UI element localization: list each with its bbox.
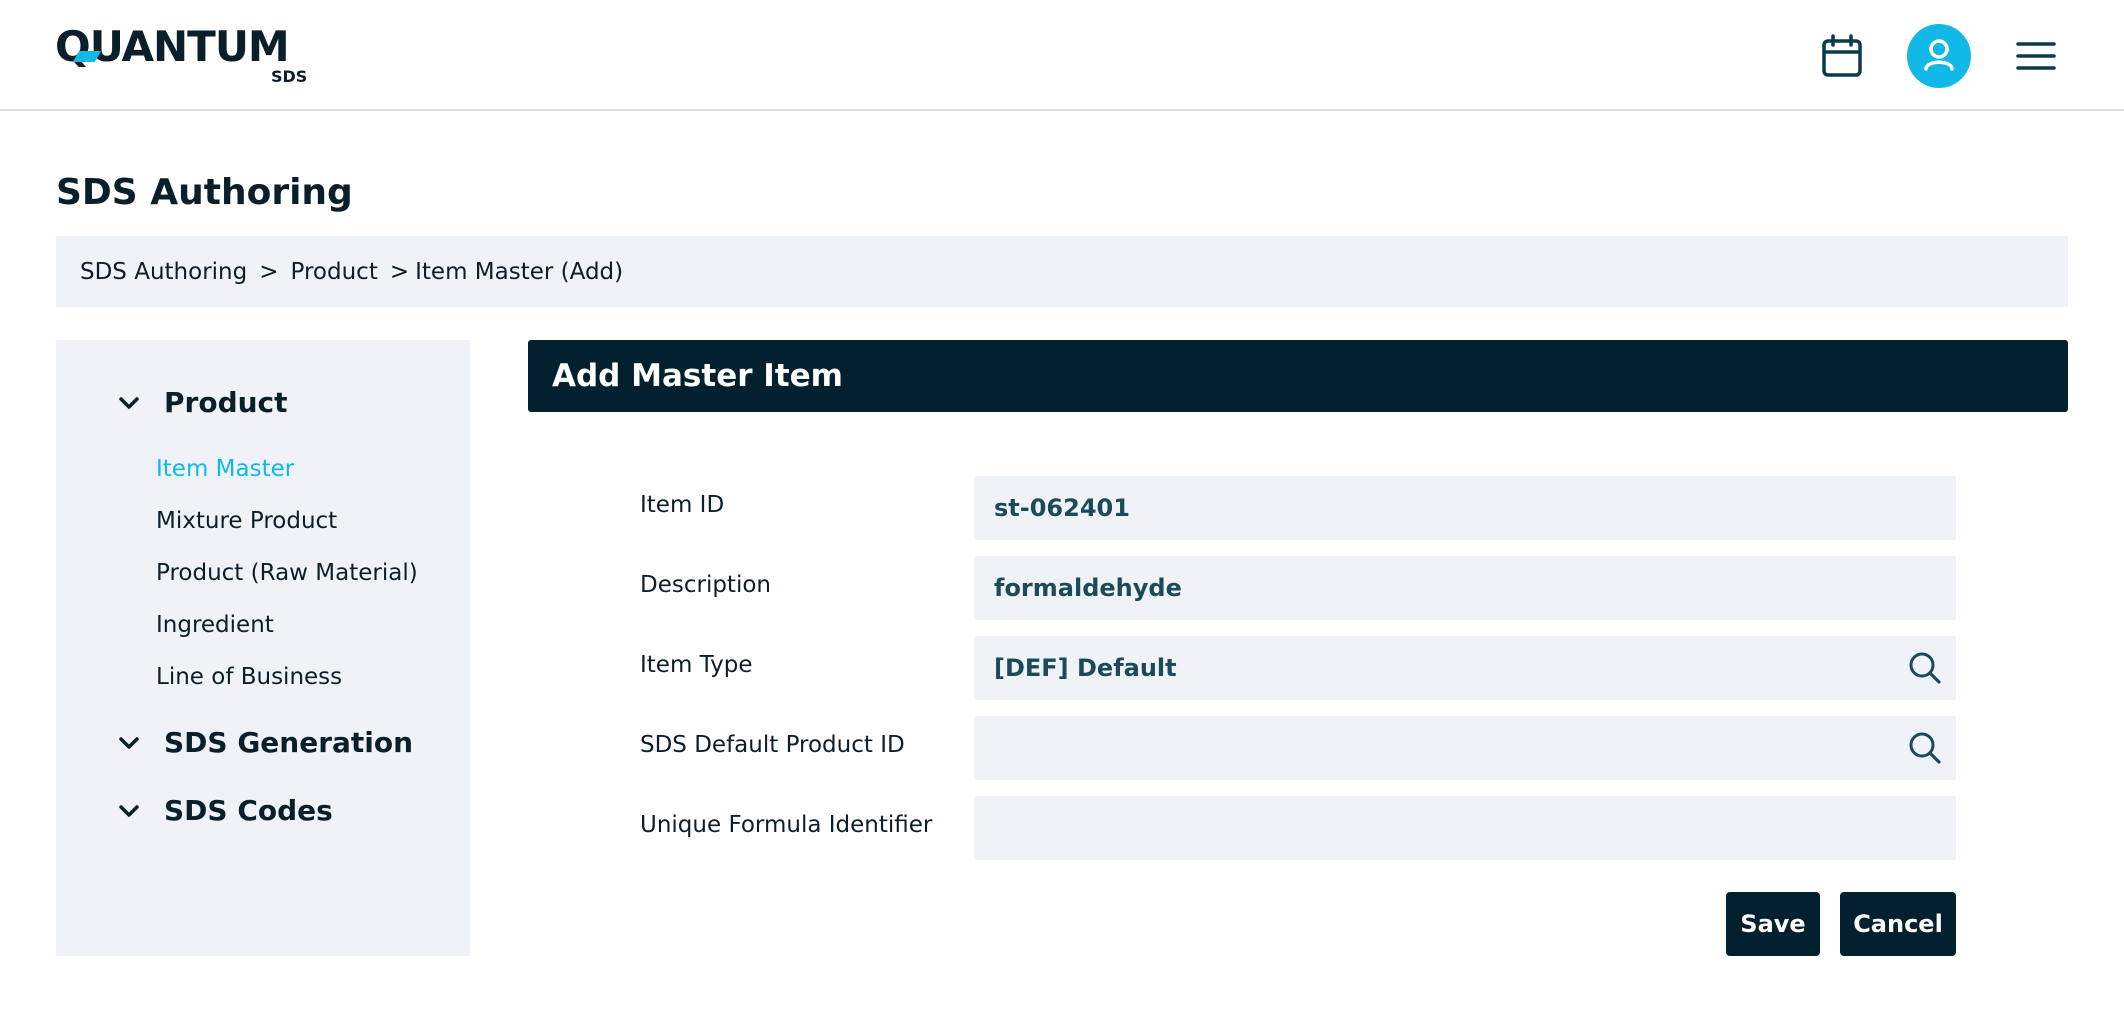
cancel-button[interactable]: Cancel	[1840, 892, 1956, 956]
chevron-down-icon	[119, 396, 139, 409]
logo-subtext: SDS	[271, 67, 308, 86]
page-title: SDS Authoring	[56, 172, 353, 213]
unique-formula-identifier-label: Unique Formula Identifier	[640, 812, 933, 838]
sidebar-item-product-raw-material[interactable]: Product (Raw Material)	[156, 560, 418, 586]
breadcrumb-item-sds-authoring[interactable]: SDS Authoring	[80, 259, 247, 285]
sidebar-section-sds-codes[interactable]: SDS Codes	[116, 794, 333, 827]
sidebar-item-item-master[interactable]: Item Master	[156, 456, 294, 482]
user-icon	[1924, 39, 1954, 71]
form-title: Add Master Item	[552, 358, 843, 394]
item-id-field[interactable]: st-062401	[974, 476, 1956, 540]
sidebar-section-label: SDS Generation	[164, 726, 414, 759]
search-icon[interactable]	[1908, 731, 1942, 765]
description-field[interactable]: formaldehyde	[974, 556, 1956, 620]
save-button[interactable]: Save	[1726, 892, 1820, 956]
sds-default-product-id-field[interactable]	[974, 716, 1956, 780]
unique-formula-identifier-field[interactable]	[974, 796, 1956, 860]
user-profile-button[interactable]	[1907, 24, 1971, 88]
breadcrumb-item-current: Item Master (Add)	[415, 258, 624, 285]
app-page: QUANTUM SDS SDS Authoring SDS Authoring …	[0, 0, 2124, 1012]
form-header: Add Master Item	[528, 340, 2068, 412]
search-icon[interactable]	[1908, 651, 1942, 685]
item-id-label: Item ID	[640, 492, 725, 518]
breadcrumb-item-product[interactable]: Product	[291, 259, 378, 285]
sds-default-product-id-label: SDS Default Product ID	[640, 732, 905, 758]
hamburger-menu-icon[interactable]	[2012, 32, 2062, 82]
sidebar-section-product[interactable]: Product	[116, 386, 288, 419]
description-label: Description	[640, 572, 771, 598]
breadcrumb: SDS Authoring > Product > Item Master (A…	[56, 236, 2068, 307]
description-value: formaldehyde	[994, 574, 1182, 602]
sidebar-section-label: SDS Codes	[164, 794, 333, 827]
item-id-value: st-062401	[994, 494, 1130, 522]
sidebar-item-mixture-product[interactable]: Mixture Product	[156, 508, 337, 534]
sidebar-section-label: Product	[164, 386, 288, 419]
sidebar-item-ingredient[interactable]: Ingredient	[156, 612, 274, 638]
sidebar-nav: Product Item Master Mixture Product Prod…	[56, 340, 470, 956]
breadcrumb-separator: >	[389, 258, 410, 285]
quantum-sds-logo[interactable]: QUANTUM SDS	[55, 26, 315, 87]
item-type-field[interactable]: [DEF] Default	[974, 636, 1956, 700]
breadcrumb-separator: >	[259, 258, 279, 285]
calendar-icon[interactable]	[1819, 32, 1869, 82]
sidebar-item-line-of-business[interactable]: Line of Business	[156, 664, 342, 690]
item-type-label: Item Type	[640, 652, 753, 678]
top-navbar: QUANTUM SDS	[0, 0, 2124, 111]
item-type-value: [DEF] Default	[994, 654, 1177, 682]
sidebar-section-sds-generation[interactable]: SDS Generation	[116, 726, 413, 759]
chevron-down-icon	[119, 736, 139, 749]
chevron-down-icon	[119, 804, 139, 817]
